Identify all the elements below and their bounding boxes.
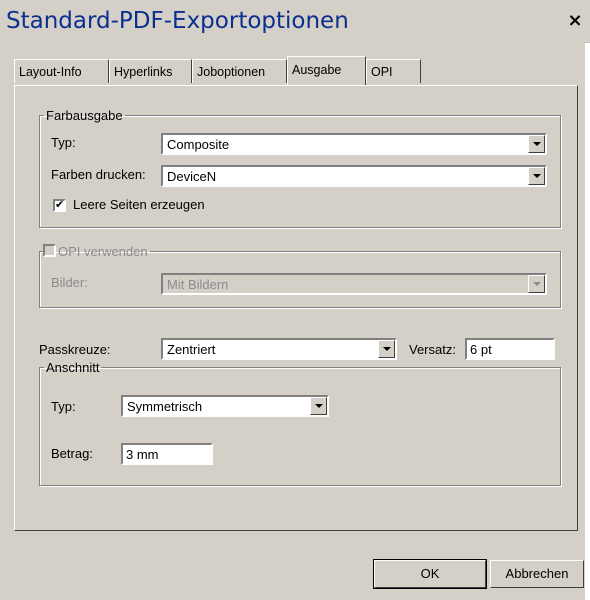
farben-drucken-select[interactable]: DeviceN (161, 165, 547, 187)
chevron-down-icon[interactable] (310, 397, 327, 415)
leere-seiten-label: Leere Seiten erzeugen (73, 197, 205, 212)
opi-verwenden-label: OPI verwenden (58, 244, 148, 259)
farbausgabe-typ-value: Composite (167, 137, 230, 152)
anschnitt-typ-value: Symmetrisch (127, 399, 203, 414)
betrag-label: Betrag: (51, 446, 93, 461)
checkmark-icon: ✔ (55, 198, 65, 211)
window-title: Standard-PDF-Exportoptionen (6, 8, 349, 34)
title-bar: Standard-PDF-Exportoptionen × (0, 0, 590, 43)
bilder-select[interactable]: Mit Bildern (161, 273, 547, 295)
bilder-value: Mit Bildern (167, 277, 229, 292)
betrag-input[interactable]: 3 mm (121, 443, 213, 465)
tab-opi[interactable]: OPI (366, 59, 421, 83)
versatz-label: Versatz: (409, 342, 456, 357)
passkreuze-label: Passkreuze: (39, 342, 111, 357)
opi-verwenden-checkbox[interactable] (43, 244, 56, 257)
farbausgabe-typ-select[interactable]: Composite (161, 133, 547, 155)
tab-panel-ausgabe: Farbausgabe Typ: Composite Farben drucke… (14, 85, 578, 531)
tab-layout-info[interactable]: Layout-Info (14, 59, 109, 83)
chevron-down-icon[interactable] (378, 340, 395, 358)
close-icon[interactable]: × (566, 12, 584, 30)
dialog-body: Layout-Info Hyperlinks Joboptionen Ausga… (0, 42, 585, 600)
anschnitt-group: Anschnitt (39, 360, 561, 486)
bilder-label: Bilder: (51, 275, 88, 290)
farbausgabe-legend: Farbausgabe (46, 108, 123, 123)
passkreuze-select[interactable]: Zentriert (161, 338, 397, 360)
ok-button[interactable]: OK (373, 559, 487, 589)
leere-seiten-checkbox[interactable]: ✔ (53, 198, 66, 212)
betrag-value: 3 mm (126, 447, 159, 462)
tab-joboptionen[interactable]: Joboptionen (192, 59, 287, 83)
versatz-value: 6 pt (470, 342, 492, 357)
chevron-down-icon[interactable] (528, 167, 545, 185)
passkreuze-value: Zentriert (167, 342, 216, 357)
farbausgabe-typ-label: Typ: (51, 135, 76, 150)
anschnitt-typ-label: Typ: (51, 399, 76, 414)
chevron-down-icon[interactable] (528, 135, 545, 153)
versatz-input[interactable]: 6 pt (465, 338, 555, 360)
chevron-down-icon[interactable] (528, 275, 545, 293)
anschnitt-legend: Anschnitt (46, 360, 100, 375)
tab-hyperlinks[interactable]: Hyperlinks (109, 59, 192, 83)
farben-drucken-value: DeviceN (167, 169, 217, 184)
farben-drucken-label: Farben drucken: (51, 167, 146, 182)
tab-ausgabe[interactable]: Ausgabe (287, 56, 366, 85)
cancel-button[interactable]: Abbrechen (490, 560, 584, 588)
anschnitt-typ-select[interactable]: Symmetrisch (121, 395, 329, 417)
